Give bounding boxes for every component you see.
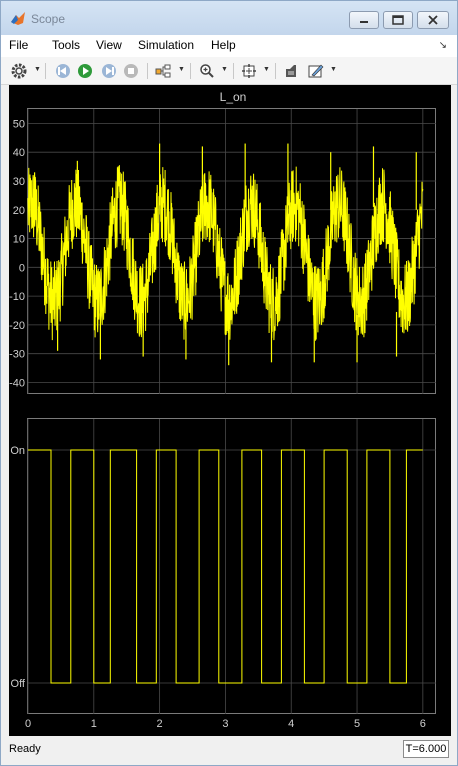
toolbar-separator — [233, 63, 234, 79]
step-back-icon — [56, 64, 70, 78]
scope-window: Scope File Tools View Simulation Help ↘ … — [0, 0, 458, 766]
toolbar-separator — [147, 63, 148, 79]
autoscale-icon — [242, 64, 256, 78]
highlight-dropdown-icon[interactable]: ▼ — [178, 66, 185, 73]
maximize-icon — [392, 15, 404, 25]
menu-view[interactable]: View — [96, 38, 122, 52]
top-y-tick-label: -10 — [9, 291, 25, 303]
stop-icon — [124, 64, 138, 78]
x-tick-label: 5 — [354, 718, 360, 730]
minimize-button[interactable] — [349, 11, 379, 29]
toolbar-separator — [190, 63, 191, 79]
menu-file[interactable]: File — [9, 38, 28, 52]
autoscale-dropdown-icon[interactable]: ▼ — [263, 66, 270, 73]
bottom-y-level-label: Off — [11, 678, 26, 690]
close-icon — [428, 15, 438, 25]
step-back-button[interactable] — [53, 61, 73, 81]
top-y-tick-label: 10 — [13, 234, 25, 246]
settings-dropdown-icon[interactable]: ▼ — [34, 66, 41, 73]
top-y-tick-label: 30 — [13, 176, 25, 188]
run-button[interactable] — [75, 61, 95, 81]
gear-icon — [11, 63, 27, 79]
minimize-icon — [360, 21, 368, 23]
window-title: Scope — [31, 12, 66, 26]
toolbar: ▼ ▼ ▼ ▼ ▼ — [1, 57, 457, 85]
menu-help[interactable]: Help — [211, 38, 236, 52]
toolbar-separator — [275, 63, 276, 79]
zoom-button[interactable] — [197, 61, 217, 81]
style-button[interactable] — [306, 61, 326, 81]
x-tick-label: 0 — [25, 718, 31, 730]
plot-title: L_on — [220, 90, 247, 104]
restore-layout-icon — [286, 65, 296, 77]
stop-button[interactable] — [121, 61, 141, 81]
top-y-tick-label: 0 — [19, 262, 25, 274]
top-y-tick-label: 40 — [13, 147, 25, 159]
scope-plots: L_on -40 -30 -20 -10 0 10 20 30 40 50 Off On 0 1 2 3 4… — [9, 90, 436, 730]
bottom-plot-frame[interactable] — [27, 418, 436, 714]
simulation-time: T=6.000 — [403, 740, 449, 758]
run-icon — [78, 64, 92, 78]
menu-bar: File Tools View Simulation Help ↘ — [1, 35, 457, 57]
x-tick-label: 3 — [222, 718, 228, 730]
menu-dock-arrow-icon[interactable]: ↘ — [439, 40, 447, 51]
highlight-block-icon — [155, 64, 171, 78]
top-y-tick-label: -30 — [9, 349, 25, 361]
toolbar-separator — [45, 63, 46, 79]
title-bar: Scope — [1, 1, 457, 35]
bottom-y-level-label: On — [10, 445, 25, 457]
style-dropdown-icon[interactable]: ▼ — [330, 66, 337, 73]
x-tick-label: 4 — [288, 718, 294, 730]
top-y-tick-label: 20 — [13, 205, 25, 217]
x-tick-label: 6 — [420, 718, 426, 730]
maximize-button[interactable] — [383, 11, 413, 29]
step-forward-icon — [102, 64, 116, 78]
menu-simulation[interactable]: Simulation — [138, 38, 194, 52]
x-tick-label: 1 — [91, 718, 97, 730]
scope-display: L_on -40 -30 -20 -10 0 10 20 30 40 50 Off On 0 1 2 3 4… — [9, 85, 451, 736]
autoscale-button[interactable] — [239, 61, 259, 81]
x-tick-label: 2 — [157, 718, 163, 730]
highlight-block-button[interactable] — [153, 61, 173, 81]
top-y-tick-label: 50 — [13, 118, 25, 130]
status-text: Ready — [9, 743, 41, 755]
step-forward-button[interactable] — [99, 61, 119, 81]
status-bar: Ready T=6.000 — [1, 737, 457, 765]
menu-tools[interactable]: Tools — [52, 38, 80, 52]
matlab-icon — [11, 12, 25, 25]
top-y-tick-label: -20 — [9, 320, 25, 332]
settings-button[interactable] — [9, 61, 29, 81]
close-button[interactable] — [417, 11, 449, 29]
zoom-in-icon — [200, 64, 214, 78]
style-icon — [308, 64, 324, 78]
zoom-dropdown-icon[interactable]: ▼ — [221, 66, 228, 73]
restore-layout-button[interactable] — [281, 61, 301, 81]
top-y-tick-label: -40 — [9, 377, 25, 389]
